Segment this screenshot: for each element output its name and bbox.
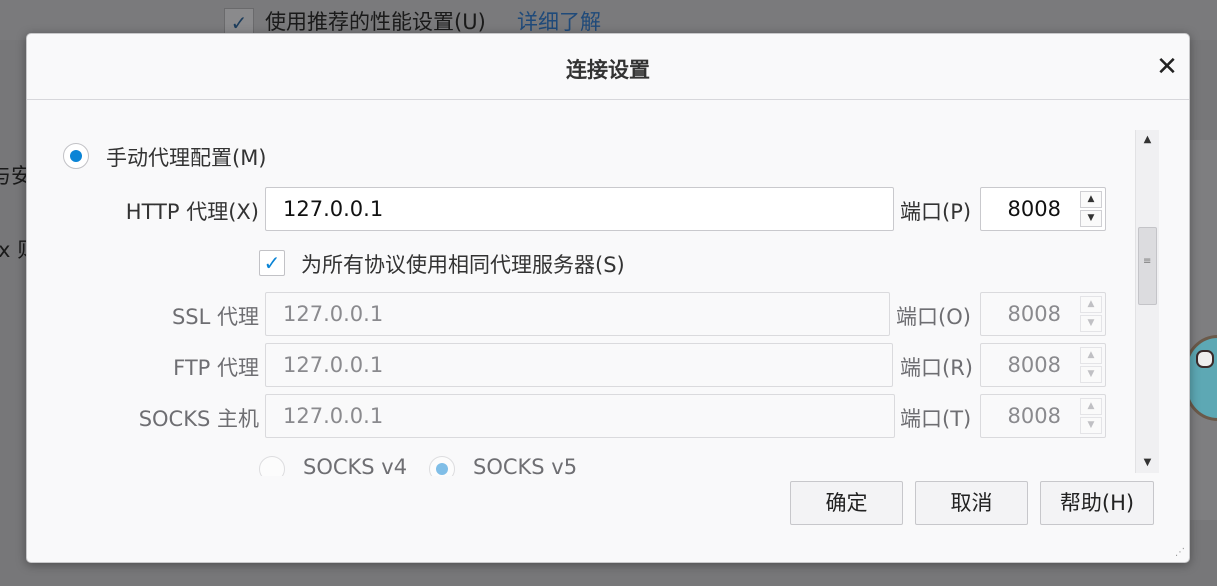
ssl-proxy-input[interactable]: 127.0.0.1 bbox=[265, 292, 890, 336]
background-learn-more-link[interactable]: 详细了解 bbox=[517, 6, 601, 36]
ok-button[interactable]: 确定 bbox=[790, 481, 903, 525]
close-icon[interactable]: ✕ bbox=[1152, 52, 1182, 82]
socks-v4-radio[interactable] bbox=[259, 456, 285, 476]
grip-icon: ≡ bbox=[1143, 256, 1152, 267]
same-proxy-label: 为所有协议使用相同代理服务器(S) bbox=[301, 253, 625, 277]
spin-up-icon[interactable]: ▲ bbox=[1080, 296, 1102, 313]
scroll-down-icon[interactable]: ▼ bbox=[1136, 453, 1159, 473]
background-panel bbox=[1189, 140, 1217, 520]
http-port-stepper[interactable]: 8008 ▲ ▼ bbox=[980, 187, 1106, 231]
ftp-proxy-label: FTP 代理 bbox=[173, 356, 259, 380]
socks-port-label: 端口(T) bbox=[900, 407, 972, 431]
scroll-up-icon[interactable]: ▲ bbox=[1136, 130, 1159, 150]
dialog-titlebar: 连接设置 ✕ bbox=[27, 34, 1189, 100]
http-port-label: 端口(P) bbox=[900, 200, 972, 224]
cancel-button[interactable]: 取消 bbox=[915, 481, 1028, 525]
same-proxy-checkbox[interactable]: ✓ bbox=[259, 250, 285, 276]
scrollbar-thumb[interactable]: ≡ bbox=[1138, 227, 1157, 305]
spin-up-icon[interactable]: ▲ bbox=[1080, 191, 1102, 208]
manual-proxy-radio[interactable] bbox=[63, 143, 89, 169]
dialog-title: 连接设置 bbox=[566, 58, 650, 82]
spin-up-icon[interactable]: ▲ bbox=[1080, 347, 1102, 364]
help-button[interactable]: 帮助(H) bbox=[1040, 481, 1154, 525]
content-scrollbar[interactable]: ▲ ≡ ▼ bbox=[1135, 130, 1159, 473]
ssl-port-label: 端口(O) bbox=[896, 305, 971, 329]
socks-v4-label: SOCKS v4 bbox=[303, 455, 408, 476]
ftp-proxy-input[interactable]: 127.0.0.1 bbox=[265, 343, 893, 387]
socks-port-stepper[interactable]: 8008 ▲ ▼ bbox=[980, 394, 1106, 438]
socks-host-label: SOCKS 主机 bbox=[138, 407, 259, 431]
ssl-proxy-label: SSL 代理 bbox=[171, 305, 259, 329]
spin-down-icon[interactable]: ▼ bbox=[1080, 417, 1102, 434]
http-proxy-input[interactable]: 127.0.0.1 bbox=[265, 187, 894, 231]
connection-settings-dialog: 连接设置 ✕ 手动代理配置(M) HTTP 代理(X) 127.0.0.1 端口… bbox=[26, 33, 1190, 563]
resize-grip-icon[interactable]: ⋰ bbox=[1175, 547, 1185, 558]
dialog-content: 手动代理配置(M) HTTP 代理(X) 127.0.0.1 端口(P) 800… bbox=[27, 100, 1137, 476]
spin-down-icon[interactable]: ▼ bbox=[1080, 366, 1102, 383]
ftp-port-label: 端口(R) bbox=[900, 356, 973, 380]
manual-proxy-label: 手动代理配置(M) bbox=[106, 146, 267, 170]
ssl-port-stepper[interactable]: 8008 ▲ ▼ bbox=[980, 292, 1106, 336]
spin-up-icon[interactable]: ▲ bbox=[1080, 398, 1102, 415]
spin-down-icon[interactable]: ▼ bbox=[1080, 210, 1102, 227]
spin-down-icon[interactable]: ▼ bbox=[1080, 315, 1102, 332]
mascot-eye bbox=[1196, 350, 1214, 368]
http-proxy-label: HTTP 代理(X) bbox=[125, 200, 259, 224]
background-use-recommended-label: 使用推荐的性能设置(U) bbox=[265, 10, 486, 34]
socks-host-input[interactable]: 127.0.0.1 bbox=[265, 394, 895, 438]
socks-v5-label: SOCKS v5 bbox=[473, 455, 578, 476]
socks-v5-radio[interactable] bbox=[429, 456, 455, 476]
ftp-port-stepper[interactable]: 8008 ▲ ▼ bbox=[980, 343, 1106, 387]
